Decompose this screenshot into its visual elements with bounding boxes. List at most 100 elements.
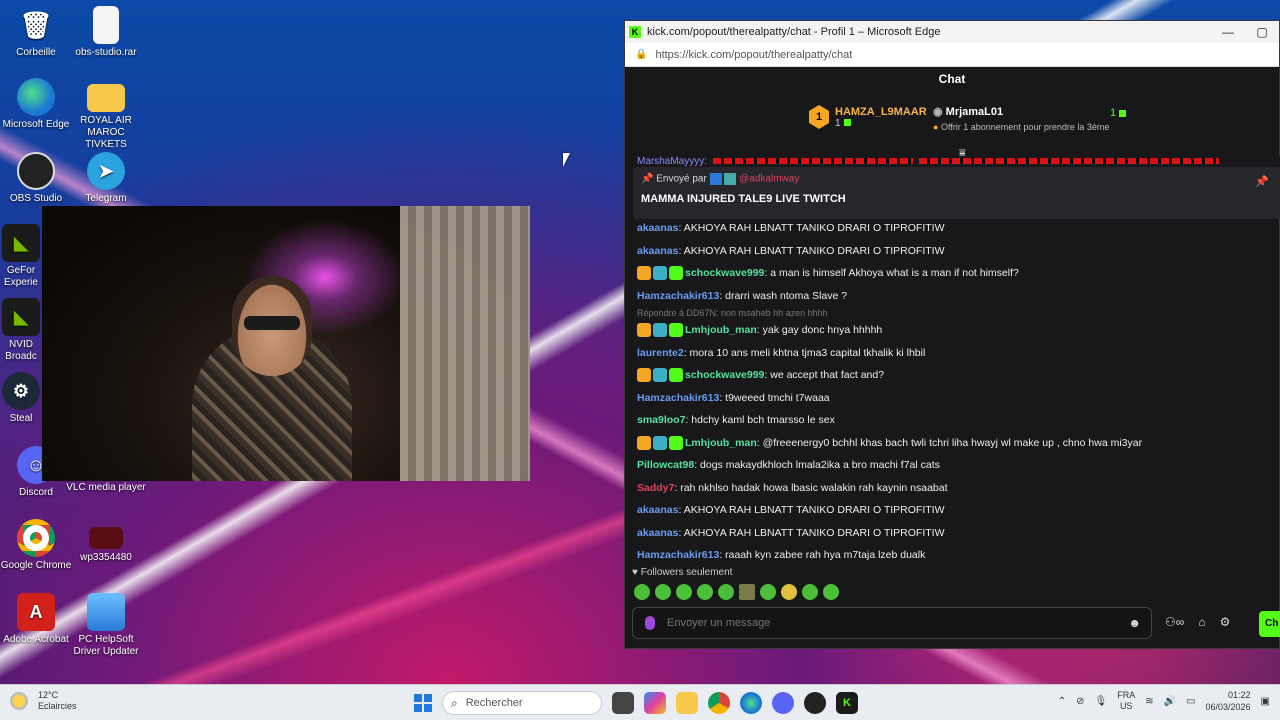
- chat-message[interactable]: Lmhjoub_man: yak gay donc hnya hhhhh: [625, 319, 1280, 342]
- chat-message[interactable]: Hamzachakir613: t9weeed tmchi t7waaa: [625, 387, 1280, 410]
- geforce-shortcut[interactable]: ◣ GeFor Experie: [0, 224, 42, 289]
- chat-message[interactable]: Hamzachakir613: raaah kyn zabee rah hya …: [625, 544, 1280, 567]
- task-view-icon[interactable]: [612, 692, 634, 714]
- copilot-icon[interactable]: [644, 692, 666, 714]
- chat-message[interactable]: Pillowcat98: dogs makaydkhloch lmala2ika…: [625, 454, 1280, 477]
- chat-message[interactable]: Hamzachakir613: drarri wash ntoma Slave …: [625, 285, 1280, 308]
- wifi-off-icon[interactable]: ⊘: [1076, 696, 1084, 707]
- edge-shortcut[interactable]: Microsoft Edge: [0, 78, 72, 131]
- chat-input-box[interactable]: ☻: [632, 607, 1152, 639]
- chat-username[interactable]: schockwave999: [685, 267, 764, 279]
- chat-username[interactable]: Saddy7: [637, 482, 674, 494]
- chat-username[interactable]: Hamzachakir613: [637, 392, 719, 404]
- chat-message[interactable]: schockwave999: we accept that fact and?: [625, 364, 1280, 387]
- pc-helpsoft-shortcut[interactable]: PC HelpSoft Driver Updater: [70, 593, 142, 658]
- chat-username[interactable]: akaanas: [637, 527, 678, 539]
- windows-start-icon[interactable]: [414, 694, 432, 712]
- emote-icon[interactable]: [802, 584, 818, 600]
- notifications-icon[interactable]: ▣: [1261, 696, 1270, 707]
- desktop-icon-label: obs-studio.rar: [75, 47, 137, 58]
- kick-taskbar-icon[interactable]: K: [836, 692, 858, 714]
- chat-username[interactable]: Pillowcat98: [637, 459, 694, 471]
- maximize-button[interactable]: ▢: [1245, 25, 1279, 39]
- pin-toggle-icon[interactable]: 📌: [1255, 175, 1269, 188]
- chrome-taskbar-icon[interactable]: [708, 692, 730, 714]
- chat-username[interactable]: laurente2: [637, 347, 684, 359]
- chat-message[interactable]: akaanas: AKHOYA RAH LBNATT TANIKO DRARI …: [625, 240, 1280, 263]
- chat-username[interactable]: Lmhjoub_man: [685, 437, 757, 449]
- chevron-up-icon[interactable]: ⌃: [1058, 696, 1066, 707]
- followers-only-label: Followers seulement: [640, 567, 733, 578]
- chat-message[interactable]: akaanas: AKHOYA RAH LBNATT TANIKO DRARI …: [625, 522, 1280, 545]
- settings-gear-icon[interactable]: ⚙: [1220, 615, 1231, 629]
- weather-widget[interactable]: 12°C Eclaircies: [10, 690, 77, 712]
- emoji-picker-icon[interactable]: ☻: [1128, 616, 1141, 630]
- address-bar[interactable]: 🔒 https://kick.com/popout/therealpatty/c…: [625, 43, 1279, 67]
- chat-username[interactable]: akaanas: [637, 504, 678, 516]
- chat-send-button[interactable]: Ch: [1259, 611, 1280, 637]
- leaderboard-first[interactable]: 1 HAMZA_L9MAAR 1: [809, 105, 927, 129]
- chat-message[interactable]: sma9loo7: hdchy kaml bch tmarsso le sex: [625, 409, 1280, 432]
- obs-rar-shortcut[interactable]: obs-studio.rar: [70, 6, 142, 59]
- acrobat-shortcut[interactable]: A Adobe Acrobat: [0, 593, 72, 646]
- emote-icon[interactable]: [634, 584, 650, 600]
- leaderboard-second[interactable]: ◉ MrjamaL01 ● Offrir 1 abonnement pour p…: [933, 105, 1109, 132]
- microphone-icon[interactable]: [645, 616, 655, 630]
- emote-icon[interactable]: [781, 584, 797, 600]
- emote-icon[interactable]: [697, 584, 713, 600]
- pinned-author[interactable]: @adkalmway: [739, 174, 799, 185]
- language-indicator[interactable]: FRA US: [1117, 690, 1135, 712]
- verified-badge-icon: [669, 266, 683, 281]
- crown-badge-icon: [637, 266, 651, 281]
- chrome-shortcut[interactable]: Google Chrome: [0, 519, 72, 572]
- chat-message[interactable]: schockwave999: a man is himself Akhoya w…: [625, 262, 1280, 285]
- steam-shortcut[interactable]: ⚙ Steal: [0, 372, 42, 425]
- battery-icon[interactable]: ▭: [1186, 696, 1195, 707]
- emote-icon[interactable]: [718, 584, 734, 600]
- desktop-icon-label: NVID Broadc: [5, 339, 37, 362]
- chat-message[interactable]: akaanas: AKHOYA RAH LBNATT TANIKO DRARI …: [625, 217, 1280, 240]
- chat-username[interactable]: Hamzachakir613: [637, 549, 719, 561]
- telegram-shortcut[interactable]: ➤ Telegram: [70, 152, 142, 205]
- desktop-icon-label: Corbeille: [16, 47, 56, 58]
- vlc-shortcut[interactable]: VLC media player: [66, 482, 146, 494]
- volume-icon[interactable]: 🔊: [1164, 696, 1176, 707]
- users-infinity-icon[interactable]: ⚇∞: [1165, 615, 1184, 629]
- clock[interactable]: 01:22 06/03/2026: [1206, 689, 1251, 713]
- emote-icon[interactable]: [676, 584, 692, 600]
- chat-message-input[interactable]: [667, 617, 1129, 629]
- discord-taskbar-icon[interactable]: [772, 692, 794, 714]
- store-icon[interactable]: ⌂: [1198, 615, 1205, 629]
- edge-taskbar-icon[interactable]: [740, 692, 762, 714]
- pinned-message[interactable]: 📌 Envoyé par @adkalmway MAMMA INJURED TA…: [633, 167, 1280, 219]
- emote-icon[interactable]: [655, 584, 671, 600]
- window-titlebar[interactable]: K kick.com/popout/therealpatty/chat - Pr…: [625, 21, 1279, 43]
- nvidia-broadcast-shortcut[interactable]: ◣ NVID Broadc: [0, 298, 42, 363]
- chat-username[interactable]: schockwave999: [685, 369, 764, 381]
- chat-message[interactable]: akaanas: AKHOYA RAH LBNATT TANIKO DRARI …: [625, 499, 1280, 522]
- ram-tickets-shortcut[interactable]: ROYAL AIR MAROC TIVKETS: [70, 78, 142, 151]
- emote-icon[interactable]: [760, 584, 776, 600]
- wifi-icon[interactable]: ≋: [1145, 696, 1153, 707]
- reply-context[interactable]: Répondre à DD67N: non msaheb hh azen hhh…: [625, 307, 1280, 319]
- taskbar-search[interactable]: ⌕ Rechercher: [442, 691, 602, 715]
- obs-studio-shortcut[interactable]: OBS Studio: [0, 152, 72, 205]
- microphone-tray-icon[interactable]: 🎙: [1095, 696, 1108, 707]
- chat-username[interactable]: akaanas: [637, 245, 678, 257]
- chat-username[interactable]: sma9loo7: [637, 414, 685, 426]
- chat-message[interactable]: laurente2: mora 10 ans meli khtna tjma3 …: [625, 342, 1280, 365]
- chat-message[interactable]: Lmhjoub_man: @freeenergy0 bchhl khas bac…: [625, 432, 1280, 455]
- wallpaper-file-shortcut[interactable]: wp3354480: [70, 519, 142, 564]
- chat-username[interactable]: Hamzachakir613: [637, 290, 719, 302]
- desktop-icon-label: VLC media player: [66, 482, 146, 493]
- recycle-bin-shortcut[interactable]: 🗑 Corbeille: [0, 6, 72, 59]
- chat-username[interactable]: akaanas: [637, 222, 678, 234]
- obs-taskbar-icon[interactable]: [804, 692, 826, 714]
- minimize-button[interactable]: —: [1211, 25, 1245, 39]
- emote-icon[interactable]: [739, 584, 755, 600]
- file-explorer-icon[interactable]: [676, 692, 698, 714]
- chat-username[interactable]: Lmhjoub_man: [685, 324, 757, 336]
- pinned-text: MAMMA INJURED TALE9 LIVE TWITCH: [641, 193, 846, 205]
- chat-message[interactable]: Saddy7: rah nkhlso hadak howa lbasic wal…: [625, 477, 1280, 500]
- emote-icon[interactable]: [823, 584, 839, 600]
